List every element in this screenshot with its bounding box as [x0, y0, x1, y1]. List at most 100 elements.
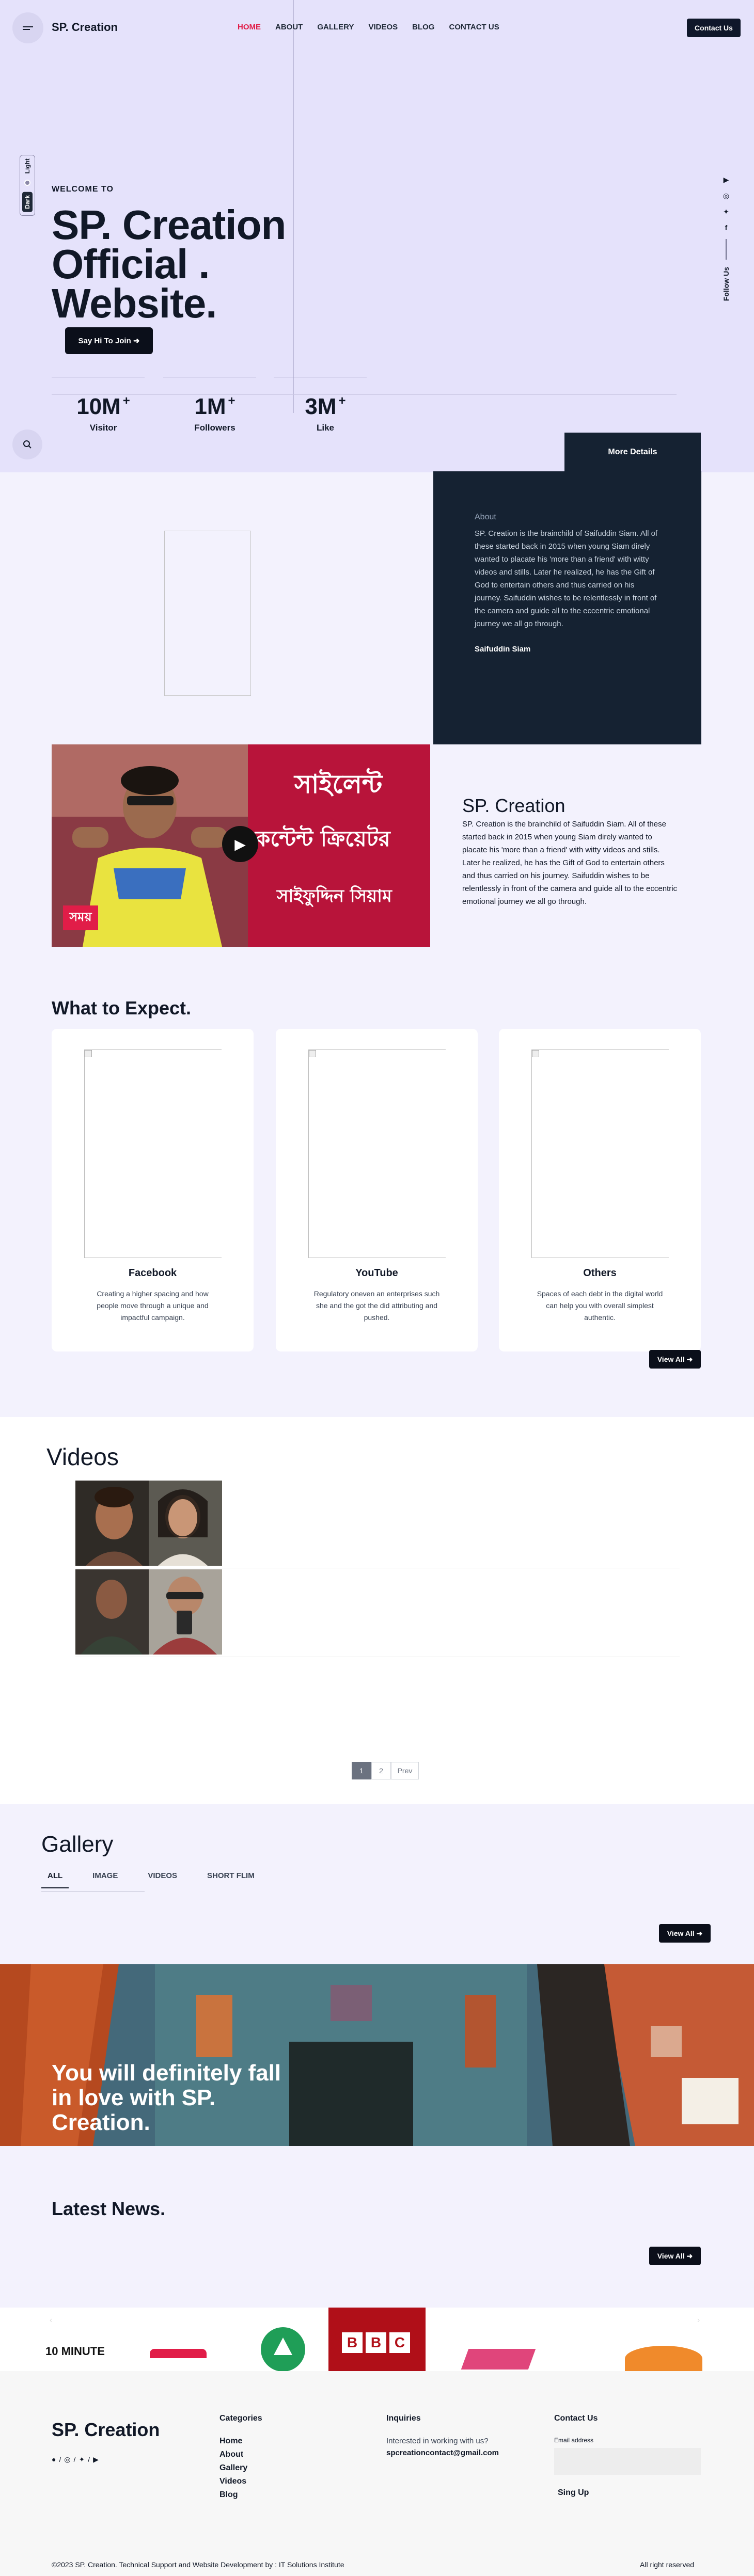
follow-us-label: Follow Us: [722, 267, 730, 301]
site-logo[interactable]: SP. Creation: [52, 21, 118, 34]
video-tile[interactable]: [529, 1569, 680, 1657]
page-2[interactable]: 2: [371, 1762, 391, 1779]
video-tile[interactable]: [378, 1481, 529, 1568]
stat-value: 10M: [76, 394, 121, 419]
tab-image[interactable]: IMAGE: [86, 1871, 124, 1888]
inquiries-email[interactable]: spcreationcontact@gmail.com: [386, 2448, 499, 2457]
video-tile[interactable]: [222, 1481, 378, 1568]
stat-followers: 1M + Followers: [163, 377, 266, 433]
facebook-icon[interactable]: f: [725, 224, 728, 232]
footer-link-gallery[interactable]: Gallery: [219, 2463, 262, 2473]
chevron-right-icon[interactable]: ›: [697, 2316, 700, 2325]
feature-video-thumbnail[interactable]: সাইলেন্ট কন্টেন্ট ক্রিয়েটর সাইফুদ্দিন স…: [52, 744, 430, 947]
twitter-icon[interactable]: ✦: [78, 2455, 85, 2464]
footer-link-home[interactable]: Home: [219, 2437, 262, 2446]
signup-button[interactable]: Sing Up: [558, 2488, 589, 2498]
page-prev[interactable]: Prev: [391, 1762, 419, 1779]
feature-description: SP. Creation is the brainchild of Saifud…: [462, 820, 678, 906]
headline-line-3: Website.: [52, 280, 217, 326]
logo-orange-media[interactable]: [625, 2346, 702, 2371]
search-button[interactable]: [12, 430, 42, 459]
nav-about[interactable]: ABOUT: [275, 23, 303, 31]
stat-value: 1M: [194, 394, 226, 419]
footer-link-blog[interactable]: Blog: [219, 2490, 262, 2500]
banner-text: You will definitely fall in love with SP…: [52, 2060, 281, 2135]
logo-bbc[interactable]: B B C: [328, 2308, 426, 2371]
stat-suffix: +: [122, 394, 130, 408]
youtube-icon[interactable]: ▶: [93, 2455, 99, 2464]
bbc-letter-3: C: [389, 2332, 410, 2353]
nav-gallery[interactable]: GALLERY: [317, 23, 354, 31]
view-all-label: View All: [657, 1355, 685, 1363]
footer-logo[interactable]: SP. Creation: [52, 2419, 160, 2441]
stat-suffix: +: [228, 394, 235, 408]
news-title: Latest News.: [52, 2198, 166, 2219]
video-tile[interactable]: [75, 1481, 222, 1568]
say-hi-button[interactable]: Say Hi To Join ➜: [65, 327, 153, 354]
theme-dark-label[interactable]: Dark: [22, 192, 33, 212]
videos-title: Videos: [46, 1443, 119, 1470]
about-text: SP. Creation is the brainchild of Saifud…: [475, 529, 658, 628]
twitter-icon[interactable]: ✦: [723, 208, 729, 216]
theme-light-label[interactable]: Light: [24, 158, 31, 173]
inquiries-title: Inquiries: [386, 2414, 421, 2423]
page-1[interactable]: 1: [352, 1762, 371, 1779]
stat-label: Visitor: [89, 423, 117, 433]
expect-card-facebook[interactable]: Facebook Creating a higher spacing and h…: [52, 1029, 254, 1351]
tab-short-film[interactable]: SHORT FLIM: [201, 1871, 261, 1888]
nav-home[interactable]: HOME: [238, 23, 261, 31]
tabs-underline: [41, 1891, 145, 1892]
nav-contact-us[interactable]: CONTACT US: [449, 23, 499, 31]
logo-pink-media[interactable]: [461, 2349, 536, 2370]
bbc-letter-2: B: [366, 2332, 386, 2353]
logo-red-media[interactable]: [150, 2349, 207, 2358]
arrow-right-icon: ➜: [133, 337, 140, 345]
hero-headline: SP. Creation Official . Website.: [52, 204, 286, 326]
chevron-left-icon[interactable]: ‹: [50, 2316, 52, 2325]
play-button[interactable]: ▶: [222, 826, 258, 862]
email-field[interactable]: [554, 2448, 701, 2475]
overlay-line-1: সাইলেন্ট: [294, 769, 383, 799]
news-view-all-button[interactable]: View All ➜: [649, 2247, 701, 2265]
video-tile[interactable]: [378, 1569, 529, 1657]
expect-view-all-button[interactable]: View All ➜: [649, 1350, 701, 1369]
contact-us-button[interactable]: Contact Us: [687, 19, 741, 37]
search-icon: [23, 440, 32, 449]
video-tile[interactable]: [529, 1481, 680, 1568]
video-tile[interactable]: [222, 1569, 378, 1657]
video-thumb-image: [75, 1569, 222, 1655]
menu-button[interactable]: [12, 12, 43, 43]
instagram-icon[interactable]: ◎: [64, 2455, 70, 2464]
stat-label: Followers: [194, 423, 235, 433]
contact-title: Contact Us: [554, 2414, 598, 2423]
footer-copyright: ©2023 SP. Creation. Technical Support an…: [52, 2561, 344, 2569]
more-details-button[interactable]: More Details: [564, 433, 701, 472]
about-signature: Saifuddin Siam: [475, 645, 531, 654]
logo-green-media[interactable]: [261, 2327, 305, 2371]
logo-10-minute[interactable]: 10 MINUTE: [45, 2345, 105, 2358]
media-logos-strip: ‹ › 10 MINUTE B B C: [0, 2308, 754, 2371]
footer-link-videos[interactable]: Videos: [219, 2477, 262, 2486]
play-icon: ▶: [234, 836, 246, 852]
youtube-icon[interactable]: ▶: [724, 176, 729, 184]
gallery-view-all-button[interactable]: View All ➜: [659, 1924, 711, 1943]
expect-card-youtube[interactable]: YouTube Regulatory oneven an enterprises…: [276, 1029, 478, 1351]
nav-blog[interactable]: BLOG: [412, 23, 434, 31]
expect-card-others[interactable]: Others Spaces of each debt in the digita…: [499, 1029, 701, 1351]
video-tile[interactable]: [75, 1569, 222, 1657]
tab-all[interactable]: ALL: [41, 1871, 69, 1888]
stat-visitor: 10M + Visitor: [52, 377, 155, 433]
footer-link-about[interactable]: About: [219, 2450, 262, 2459]
theme-toggle[interactable]: Light Dark: [20, 155, 35, 216]
overlay-line-3: সাইফুদ্দিন সিয়াম: [277, 886, 392, 907]
tab-videos[interactable]: VIDEOS: [142, 1871, 183, 1888]
categories-title: Categories: [219, 2414, 262, 2423]
instagram-icon[interactable]: ◎: [723, 192, 729, 200]
gallery-tabs: ALL IMAGE VIDEOS SHORT FLIM: [41, 1871, 261, 1888]
nav-videos[interactable]: VIDEOS: [368, 23, 398, 31]
footer-rights: All right reserved: [640, 2561, 695, 2569]
footer-inquiries: Inquiries Interested in working with us?…: [386, 2414, 499, 2457]
email-label: Email address: [554, 2437, 594, 2444]
facebook-icon[interactable]: ●: [52, 2455, 56, 2464]
about-box: About SP. Creation is the brainchild of …: [433, 471, 701, 744]
